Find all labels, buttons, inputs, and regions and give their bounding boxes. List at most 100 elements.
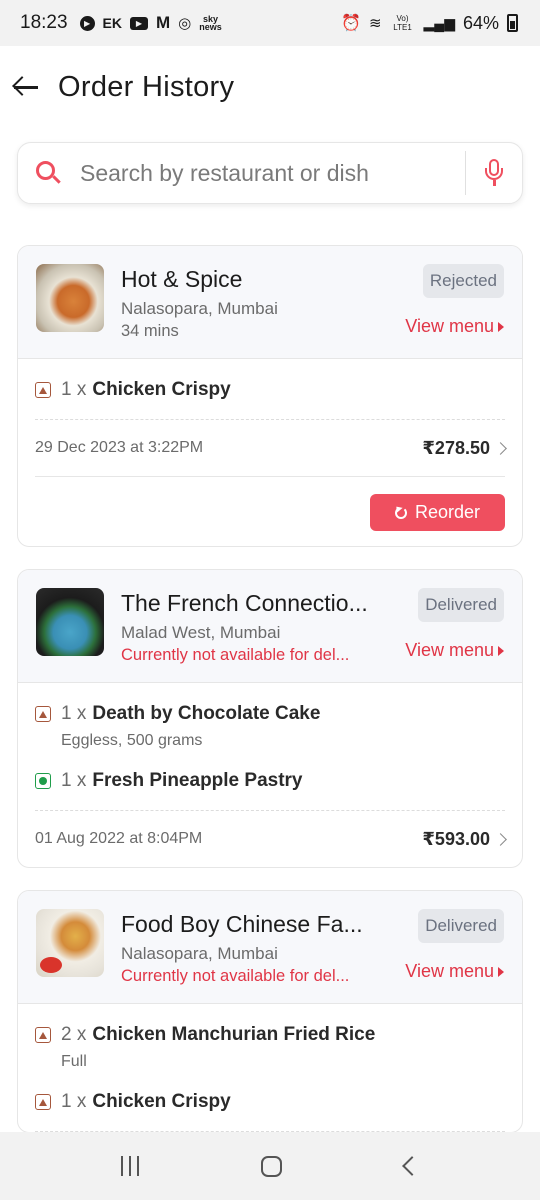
order-card-body: 2 x Chicken Manchurian Fried Rice Full 1… bbox=[18, 1004, 522, 1132]
order-list: Hot & Spice Nalasopara, Mumbai 34 mins R… bbox=[0, 245, 540, 1133]
order-total: ₹593.00 bbox=[422, 828, 507, 850]
nonveg-icon bbox=[35, 1094, 51, 1110]
view-menu-link[interactable]: View menu bbox=[405, 640, 504, 661]
reorder-label: Reorder bbox=[414, 502, 481, 522]
item-quantity: 1 x bbox=[61, 379, 87, 400]
restaurant-info: Hot & Spice Nalasopara, Mumbai 34 mins bbox=[121, 264, 393, 342]
order-card[interactable]: Hot & Spice Nalasopara, Mumbai 34 mins R… bbox=[17, 245, 523, 547]
caret-right-icon bbox=[498, 645, 504, 656]
status-bar-right: ⏰ ≋ Vo) LTE1 ▂▄▆ 64% bbox=[341, 13, 518, 34]
item-quantity: 1 x bbox=[61, 703, 87, 724]
order-card[interactable]: Food Boy Chinese Fa... Nalasopara, Mumba… bbox=[17, 890, 523, 1133]
order-total: ₹278.50 bbox=[422, 437, 507, 459]
reorder-button[interactable]: Reorder bbox=[370, 494, 505, 531]
search-input[interactable] bbox=[80, 159, 455, 187]
status-bar: 18:23 ▶ EK ▶ M ◎ sky news ⏰ ≋ Vo) LTE1 ▂▄… bbox=[0, 0, 540, 46]
restaurant-image bbox=[36, 588, 104, 656]
order-card-header: The French Connectio... Malad West, Mumb… bbox=[18, 570, 522, 683]
header: Order History bbox=[0, 46, 540, 128]
item-name: Fresh Pineapple Pastry bbox=[92, 770, 303, 791]
view-menu-label: View menu bbox=[405, 640, 494, 660]
recent-apps-icon[interactable] bbox=[121, 1156, 140, 1176]
restaurant-name: Food Boy Chinese Fa... bbox=[121, 911, 363, 937]
restaurant-image bbox=[36, 264, 104, 332]
restaurant-location: Nalasopara, Mumbai bbox=[121, 299, 278, 318]
view-menu-link[interactable]: View menu bbox=[405, 961, 504, 982]
order-card-body: 1 x Death by Chocolate Cake Eggless, 500… bbox=[18, 683, 522, 867]
restaurant-image bbox=[36, 909, 104, 977]
order-item: 2 x Chicken Manchurian Fried Rice bbox=[35, 1004, 505, 1046]
order-card[interactable]: The French Connectio... Malad West, Mumb… bbox=[17, 569, 523, 868]
view-menu-link[interactable]: View menu bbox=[405, 316, 504, 337]
order-item: 1 x Chicken Crispy bbox=[35, 1071, 505, 1113]
sky-news-label: news bbox=[199, 22, 222, 32]
back-arrow-icon[interactable] bbox=[12, 72, 42, 102]
network-label: Vo) LTE1 bbox=[393, 14, 412, 32]
signal-icon: ▂▄▆ bbox=[423, 14, 455, 31]
system-nav-bar bbox=[0, 1132, 540, 1200]
item-quantity: 2 x bbox=[61, 1024, 87, 1045]
view-menu-label: View menu bbox=[405, 316, 494, 336]
availability-notice: Currently not available for del... bbox=[121, 646, 350, 664]
ek-icon: EK bbox=[102, 15, 122, 31]
messenger-icon: ◎ bbox=[178, 15, 192, 32]
item-name: Chicken Manchurian Fried Rice bbox=[92, 1024, 376, 1045]
item-quantity: 1 x bbox=[61, 1091, 87, 1112]
order-total-amount: ₹593.00 bbox=[422, 828, 490, 849]
item-variant: Full bbox=[61, 1053, 87, 1070]
order-date: 01 Aug 2022 at 8:04PM bbox=[35, 830, 203, 847]
status-badge: Delivered bbox=[418, 588, 504, 622]
microphone-icon[interactable] bbox=[484, 159, 504, 187]
order-date: 29 Dec 2023 at 3:22PM bbox=[35, 439, 204, 456]
back-icon[interactable] bbox=[401, 1156, 422, 1176]
order-total-amount: ₹278.50 bbox=[422, 437, 490, 458]
caret-right-icon bbox=[498, 321, 504, 332]
order-card-header: Hot & Spice Nalasopara, Mumbai 34 mins R… bbox=[18, 246, 522, 359]
alarm-icon: ⏰ bbox=[341, 15, 361, 32]
restaurant-info: The French Connectio... Malad West, Mumb… bbox=[121, 588, 393, 666]
status-time: 18:23 bbox=[20, 12, 68, 33]
chevron-right-icon bbox=[494, 441, 507, 455]
item-variant: Eggless, 500 grams bbox=[61, 732, 203, 749]
sky-news-icon: sky news bbox=[199, 15, 222, 32]
item-name: Death by Chocolate Cake bbox=[92, 703, 321, 724]
nonveg-icon bbox=[35, 382, 51, 398]
chevron-right-icon bbox=[494, 832, 507, 846]
order-footer[interactable]: 29 Dec 2023 at 3:22PM ₹278.50 bbox=[35, 420, 507, 476]
status-bar-left: 18:23 ▶ EK ▶ M ◎ sky news bbox=[20, 12, 222, 34]
page-title: Order History bbox=[58, 70, 235, 103]
status-badge: Rejected bbox=[422, 264, 504, 298]
nonveg-icon bbox=[35, 1027, 51, 1043]
search-bar[interactable] bbox=[17, 142, 523, 204]
order-item: 1 x Chicken Crispy bbox=[35, 359, 505, 401]
wifi-icon: ≋ bbox=[368, 15, 382, 32]
reorder-row: Reorder bbox=[35, 477, 505, 546]
order-card-header: Food Boy Chinese Fa... Nalasopara, Mumba… bbox=[18, 891, 522, 1004]
gmail-icon: M bbox=[156, 13, 171, 32]
restaurant-location: Malad West, Mumbai bbox=[121, 623, 281, 642]
item-name: Chicken Crispy bbox=[92, 379, 231, 400]
restaurant-name: The French Connectio... bbox=[121, 590, 368, 616]
order-card-right: Rejected View menu bbox=[405, 264, 504, 342]
veg-icon bbox=[35, 773, 51, 789]
status-badge: Delivered bbox=[418, 909, 504, 943]
order-card-right: Delivered View menu bbox=[405, 588, 504, 666]
order-item: 1 x Death by Chocolate Cake bbox=[35, 683, 505, 725]
order-item: 1 x Fresh Pineapple Pastry bbox=[35, 750, 505, 792]
youtube-icon: ▶ bbox=[130, 16, 148, 30]
view-menu-label: View menu bbox=[405, 961, 494, 981]
nonveg-icon bbox=[35, 706, 51, 722]
order-card-right: Delivered View menu bbox=[405, 909, 504, 987]
caret-right-icon bbox=[498, 966, 504, 977]
order-footer[interactable]: 01 Aug 2022 at 8:04PM ₹593.00 bbox=[35, 811, 507, 867]
search-icon bbox=[36, 161, 61, 185]
home-icon[interactable] bbox=[261, 1155, 283, 1177]
battery-icon bbox=[507, 14, 518, 32]
item-name: Chicken Crispy bbox=[92, 1091, 231, 1112]
play-icon: ▶ bbox=[79, 15, 95, 31]
item-quantity: 1 x bbox=[61, 770, 87, 791]
restaurant-location: Nalasopara, Mumbai bbox=[121, 944, 278, 963]
availability-notice: Currently not available for del... bbox=[121, 967, 350, 985]
battery-percent: 64% bbox=[462, 12, 499, 33]
restaurant-name: Hot & Spice bbox=[121, 266, 243, 292]
